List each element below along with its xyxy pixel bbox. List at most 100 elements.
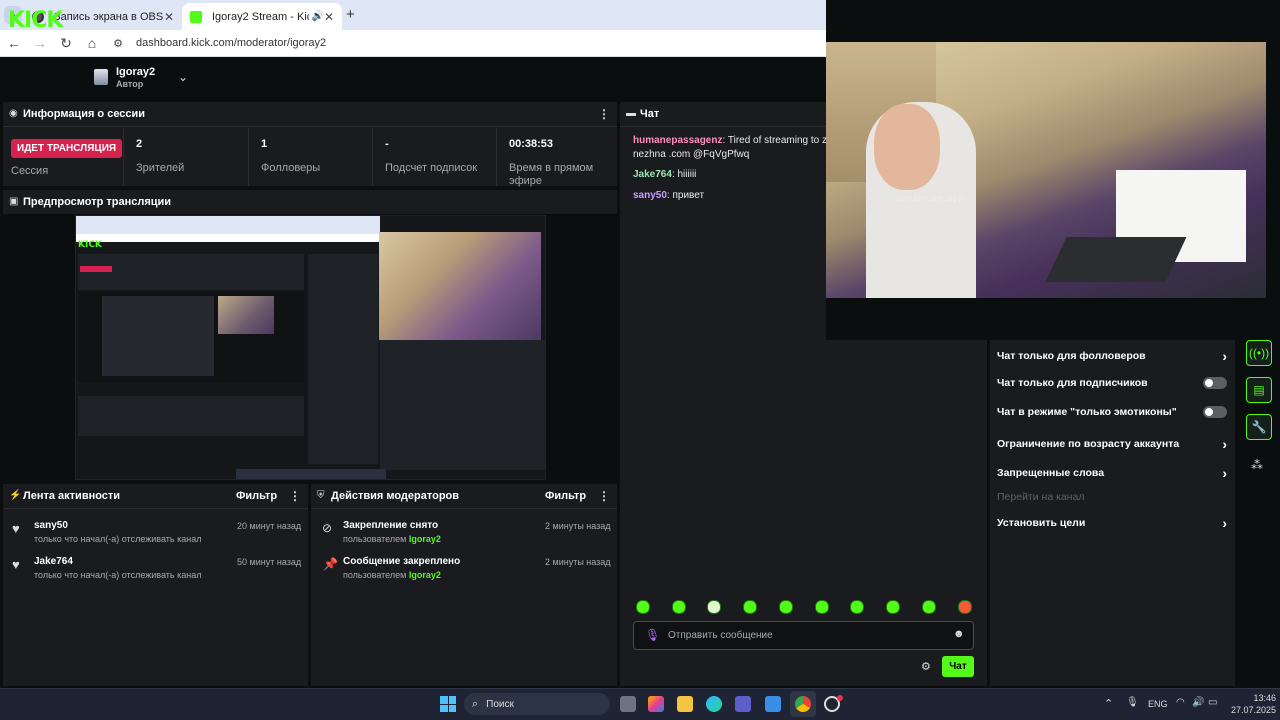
emote-icon[interactable]	[672, 600, 686, 614]
language-indicator[interactable]: ENG	[1148, 699, 1168, 709]
stat-live-time: 00:38:53 Время в прямом эфире	[496, 128, 616, 187]
kick-logo[interactable]: KICK	[8, 8, 63, 33]
emote-icon[interactable]	[743, 600, 757, 614]
stat-label: Фолловеры	[261, 162, 321, 174]
chat-icon: ▬	[626, 108, 636, 119]
address-bar-row: ← → ↻ ⌂ ⚙ dashboard.kick.com/moderator/i…	[0, 30, 826, 57]
activity-user[interactable]: Jake764	[34, 556, 201, 567]
mod-action-text: Сообщение закреплено	[343, 556, 461, 567]
broadcast-icon: ◉	[9, 108, 18, 119]
back-icon[interactable]: ←	[2, 35, 26, 51]
url-field[interactable]: dashboard.kick.com/moderator/igoray2	[136, 37, 326, 49]
forward-icon[interactable]: →	[28, 35, 52, 51]
mod-by-user[interactable]: Igoray2	[409, 534, 441, 544]
windows-start-icon[interactable]	[440, 696, 456, 712]
preview-icon: ▣	[9, 196, 19, 207]
emote-icon[interactable]	[850, 600, 864, 614]
send-chat-button[interactable]: Чат	[942, 656, 974, 677]
mod-filter-button[interactable]: Фильтр	[545, 490, 586, 502]
chrome-icon[interactable]	[795, 696, 811, 712]
chevron-up-icon[interactable]: ⌃	[1104, 697, 1113, 710]
emote-icon[interactable]	[815, 600, 829, 614]
emote-icon[interactable]	[958, 600, 972, 614]
widgets-icon[interactable]	[648, 696, 664, 712]
chevron-down-icon[interactable]: ⌄	[178, 70, 188, 84]
broadcast-tool-icon[interactable]: ((•))	[1246, 340, 1272, 366]
emote-icon[interactable]	[886, 600, 900, 614]
emote-icon[interactable]	[707, 600, 721, 614]
activity-user[interactable]: sany50	[34, 520, 201, 531]
setting-go-to-channel[interactable]: Перейти на канал	[997, 491, 1227, 503]
more-options-icon[interactable]: ⋮	[289, 489, 301, 503]
setting-followers-only[interactable]: Чат только для фолловеров ›	[997, 348, 1227, 364]
close-icon[interactable]: ✕	[164, 10, 174, 24]
activity-text: только что начал(-а) отслеживать канал	[34, 570, 202, 580]
taskbar-search[interactable]: ⌕ Поиск	[464, 693, 610, 715]
photos-icon[interactable]	[765, 696, 781, 712]
pin-icon: 📌	[323, 557, 338, 571]
chat-username[interactable]: sany50	[633, 190, 667, 201]
setting-label: Чат в режиме "только эмотиконы"	[997, 406, 1177, 418]
activity-filter-button[interactable]: Фильтр	[236, 490, 277, 502]
setting-set-goals[interactable]: Установить цели ›	[997, 515, 1227, 531]
setting-label: Запрещенные слова	[997, 467, 1105, 479]
toggle[interactable]	[1203, 406, 1227, 418]
setting-banned-words[interactable]: Запрещенные слова ›	[997, 465, 1227, 481]
setting-account-age[interactable]: Ограничение по возрасту аккаунта ›	[997, 436, 1227, 452]
clock[interactable]: 13:46 27.07.2025	[1230, 692, 1276, 716]
emote-icon[interactable]	[636, 600, 650, 614]
teams-icon[interactable]	[735, 696, 751, 712]
webcam-video: streamcam.app	[826, 42, 1266, 298]
tab-kick[interactable]: Igoray2 Stream - Kick Dashb 🔊 ✕	[182, 3, 342, 30]
stat-viewers: 2 Зрителей	[123, 128, 248, 186]
stream-preview-video[interactable]: KICK	[75, 215, 546, 480]
chat-message: sany50: привет	[633, 189, 704, 203]
reload-icon[interactable]: ↻	[54, 35, 78, 52]
more-options-icon[interactable]: ⋮	[598, 107, 610, 121]
emote-icon[interactable]	[779, 600, 793, 614]
microphone-tray-icon[interactable]: 🎙	[1126, 697, 1139, 708]
wifi-icon[interactable]: ◠	[1176, 697, 1185, 708]
layout-tool-icon[interactable]: ▤	[1246, 377, 1272, 403]
chat-input[interactable]: 🎙 Отправить сообщение ☻	[633, 621, 974, 650]
chat-settings-panel	[990, 340, 1235, 686]
mod-by-user[interactable]: Igoray2	[409, 570, 441, 580]
battery-icon[interactable]: ▭	[1208, 697, 1217, 708]
close-icon[interactable]: ✕	[324, 10, 334, 24]
emoji-picker-icon[interactable]: ☻	[953, 628, 965, 640]
mod-action-text: Закрепление снято	[343, 520, 439, 531]
live-badge: ИДЕТ ТРАНСЛЯЦИЯ	[11, 139, 123, 158]
divider	[311, 508, 617, 509]
task-view-icon[interactable]	[620, 696, 636, 712]
divider	[3, 126, 617, 127]
edge-icon[interactable]	[706, 696, 722, 712]
new-tab-button[interactable]: +	[346, 6, 355, 23]
site-info-icon[interactable]: ⚙	[106, 37, 130, 50]
chat-username[interactable]: humanepassagenz	[633, 135, 722, 146]
emote-icon[interactable]	[922, 600, 936, 614]
nested-browser-bar	[76, 216, 380, 234]
chevron-right-icon: ›	[1222, 515, 1227, 531]
speaker-icon[interactable]: 🔊	[311, 11, 323, 22]
volume-icon[interactable]: 🔊	[1192, 697, 1204, 708]
toggle[interactable]	[1203, 377, 1227, 389]
nested-preview-inner	[102, 296, 214, 376]
avatar[interactable]	[94, 69, 108, 85]
more-options-icon[interactable]: ⋮	[598, 489, 610, 503]
heart-icon: ♥	[12, 557, 20, 572]
gear-icon[interactable]: ⚙	[921, 660, 931, 673]
tab-title: Igoray2 Stream - Kick Dashb	[212, 10, 309, 23]
chat-username[interactable]: Jake764	[633, 169, 672, 180]
home-icon[interactable]: ⌂	[80, 35, 104, 51]
stat-value: -	[385, 138, 389, 150]
stat-value: 2	[136, 138, 143, 150]
stat-label: Зрителей	[136, 162, 185, 174]
file-explorer-icon[interactable]	[677, 696, 693, 712]
microphone-icon[interactable]: 🎙	[645, 628, 660, 642]
mod-action-time: 2 минуты назад	[545, 557, 611, 567]
nested-chat	[308, 254, 378, 464]
wrench-icon[interactable]: 🔧	[1246, 414, 1272, 440]
share-icon[interactable]: ⁂	[1251, 458, 1263, 472]
setting-label: Ограничение по возрасту аккаунта	[997, 438, 1180, 450]
mod-actions-title: Действия модераторов	[331, 490, 460, 502]
